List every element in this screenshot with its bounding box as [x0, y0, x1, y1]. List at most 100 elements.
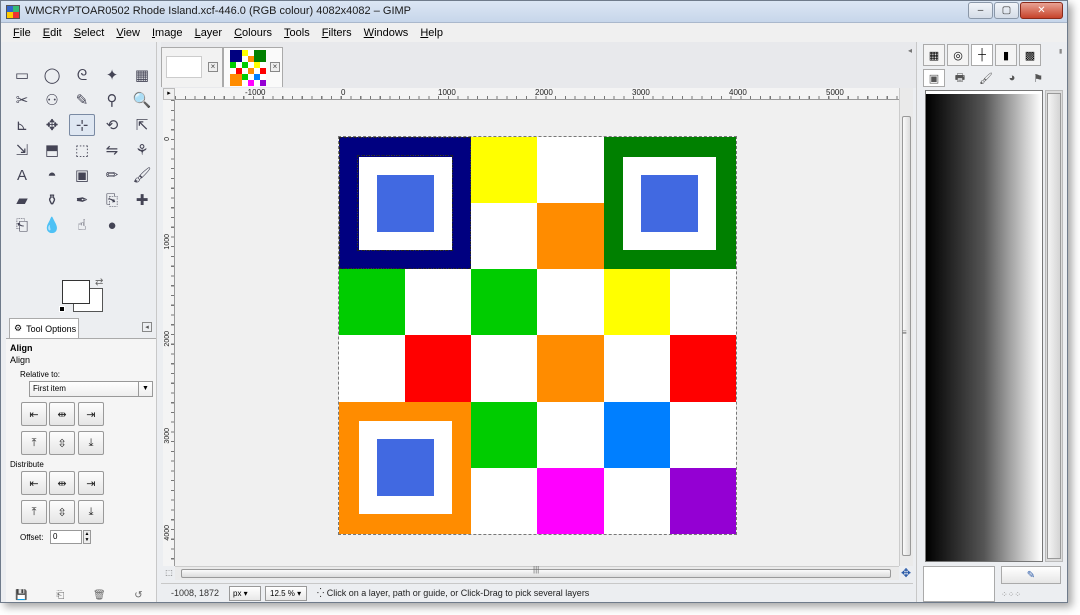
tab-menu-icon[interactable]: ◂ — [142, 322, 152, 332]
menu-tools[interactable]: Tools — [278, 27, 316, 39]
paintbrush-icon[interactable]: 🖌 — [129, 164, 155, 186]
quick-mask-icon[interactable]: ⬚ — [163, 566, 175, 580]
edit-button[interactable]: ✎ — [1001, 566, 1061, 584]
pointer-tab-icon[interactable]: ┼ — [971, 44, 993, 66]
gradient-preview[interactable] — [925, 90, 1043, 562]
align-center-button[interactable]: ⇹ — [49, 402, 75, 426]
menu-file[interactable]: File — [7, 27, 37, 39]
vertical-ruler[interactable]: 0 1000 2000 3000 4000 — [163, 100, 175, 566]
eraser-icon[interactable]: ▰ — [9, 189, 35, 211]
close-icon[interactable]: × — [208, 62, 218, 72]
menu-select[interactable]: Select — [68, 27, 111, 39]
dodge-burn-icon[interactable]: ● — [99, 214, 125, 236]
distribute-top-button[interactable]: ⤒ — [21, 500, 47, 524]
canvas-area[interactable] — [175, 100, 899, 566]
align-left-edge-button[interactable]: ⇤ — [21, 402, 47, 426]
brushes-tab-icon[interactable]: ◎ — [947, 44, 969, 66]
zoom-select[interactable]: 12.5 % ▾ — [265, 586, 307, 601]
menu-layer[interactable]: Layer — [189, 27, 229, 39]
scale-icon[interactable]: ⇲ — [9, 139, 35, 161]
ruler-corner-icon[interactable]: ▸ — [163, 88, 175, 100]
chevron-down-icon[interactable]: ▼ — [138, 382, 152, 396]
close-icon[interactable]: × — [270, 62, 280, 72]
menu-windows[interactable]: Windows — [358, 27, 415, 39]
align-middle-button[interactable]: ⇳ — [49, 431, 75, 455]
perspective-clone-icon[interactable]: ⎗ — [9, 214, 35, 236]
transform-icon[interactable]: ⟲ — [99, 114, 125, 136]
brush-tab-icon[interactable]: 🖌 — [975, 69, 997, 87]
zoom-icon[interactable]: 🔍 — [129, 89, 155, 111]
select-by-color-icon[interactable]: ▦ — [129, 64, 155, 86]
horizontal-ruler[interactable]: -1000 0 1000 2000 3000 4000 5000 — [175, 88, 905, 100]
pattern-tab-icon[interactable]: ⚑ — [1027, 69, 1049, 87]
menu-filters[interactable]: Filters — [316, 27, 358, 39]
rect-select-icon[interactable]: ▭ — [9, 64, 35, 86]
fuzzy-select-icon[interactable]: ✦ — [99, 64, 125, 86]
smudge-icon[interactable]: ☝ — [69, 214, 95, 236]
dock-menu-icon[interactable]: ▮ — [1059, 48, 1063, 62]
fg-bg-colors[interactable]: ⇄ — [59, 277, 107, 316]
menu-edit[interactable]: Edit — [37, 27, 68, 39]
relative-to-select[interactable]: First item ▼ — [29, 381, 153, 397]
distribute-middle-button[interactable]: ⇳ — [49, 500, 75, 524]
dock-vertical-scrollbar[interactable] — [1045, 90, 1063, 562]
palettes-tab-icon[interactable]: ▩ — [1019, 44, 1041, 66]
maximize-button[interactable]: ▢ — [994, 2, 1019, 19]
tool-options-tab[interactable]: ⚙ Tool Options — [9, 318, 79, 338]
images-tab-icon[interactable]: ▣ — [923, 69, 945, 87]
rotate-icon[interactable]: ⇱ — [129, 114, 155, 136]
perspective-icon[interactable]: ⬚ — [69, 139, 95, 161]
free-select-icon[interactable]: ᘓ — [69, 64, 95, 86]
canvas-horizontal-scrollbar[interactable]: ||| — [175, 565, 899, 580]
measure-icon[interactable]: ⊾ — [9, 114, 35, 136]
swap-colors-icon[interactable]: ⇄ — [95, 277, 103, 288]
align-icon[interactable]: ⊹ — [69, 114, 95, 136]
minimize-button[interactable]: – — [968, 2, 993, 19]
align-right-edge-button[interactable]: ⇥ — [78, 402, 104, 426]
shear-icon[interactable]: ⬒ — [39, 139, 65, 161]
menu-help[interactable]: Help — [414, 27, 449, 39]
move-icon[interactable]: ✥ — [39, 114, 65, 136]
bucket-fill-icon[interactable]: ◓ — [39, 164, 65, 186]
cage-icon[interactable]: ⚘ — [129, 139, 155, 161]
align-bottom-edge-button[interactable]: ⤓ — [78, 431, 104, 455]
dock-resize-handle[interactable]: ◂ — [905, 42, 915, 602]
distribute-bottom-button[interactable]: ⤓ — [78, 500, 104, 524]
gradients-tab-icon[interactable]: ▮ — [995, 44, 1017, 66]
default-colors-icon[interactable] — [59, 306, 65, 312]
foreground-select-icon[interactable]: ⚇ — [39, 89, 65, 111]
blend-icon[interactable]: ▣ — [69, 164, 95, 186]
unit-select[interactable]: px ▾ — [229, 586, 261, 601]
color-picker-icon[interactable]: ⚲ — [99, 89, 125, 111]
blur-icon[interactable]: 💧 — [39, 214, 65, 236]
ellipse-select-icon[interactable]: ◯ — [39, 64, 65, 86]
restore-options-icon[interactable]: ⎗ — [56, 590, 64, 601]
image-tab-rhode-island[interactable]: × — [223, 47, 283, 87]
scissors-icon[interactable]: ✂ — [9, 89, 35, 111]
heal-icon[interactable]: ✚ — [129, 189, 155, 211]
distribute-right-button[interactable]: ⇥ — [78, 471, 104, 495]
paths-icon[interactable]: ✎ — [69, 89, 95, 111]
menu-colours[interactable]: Colours — [228, 27, 278, 39]
distribute-center-button[interactable]: ⇹ — [49, 471, 75, 495]
dock-scroll-thumb[interactable] — [1047, 93, 1061, 559]
patterns-tab-icon[interactable]: ▦ — [923, 44, 945, 66]
reset-options-icon[interactable]: ↺ — [134, 590, 142, 601]
pencil-icon[interactable]: ✏ — [99, 164, 125, 186]
foreground-color-swatch[interactable] — [62, 280, 90, 304]
document-history-tab-icon[interactable]: 🖶 — [949, 69, 971, 87]
save-options-icon[interactable]: 💾 — [15, 590, 27, 601]
colors-tab-icon[interactable]: ◕ — [1001, 69, 1023, 87]
delete-options-icon[interactable]: 🗑 — [93, 590, 106, 601]
text-icon[interactable]: A — [9, 164, 35, 186]
ink-icon[interactable]: ✒ — [69, 189, 95, 211]
distribute-left-button[interactable]: ⇤ — [21, 471, 47, 495]
offset-input[interactable]: 0 — [50, 530, 82, 544]
image-tab-blank[interactable]: × — [161, 47, 223, 87]
flip-icon[interactable]: ⇋ — [99, 139, 125, 161]
offset-spinner[interactable]: ▲ ▼ — [83, 530, 91, 544]
menu-image[interactable]: Image — [146, 27, 189, 39]
close-button[interactable]: ✕ — [1020, 2, 1063, 19]
align-top-edge-button[interactable]: ⤒ — [21, 431, 47, 455]
airbrush-icon[interactable]: ⚱ — [39, 189, 65, 211]
